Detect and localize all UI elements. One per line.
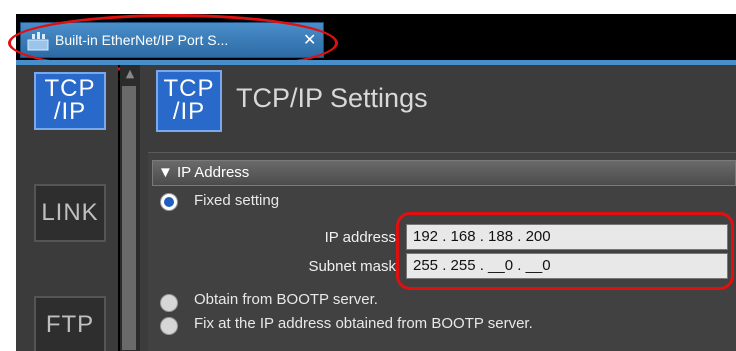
close-icon[interactable]: ✕ — [303, 30, 316, 49]
fix-bootp-label: Fix at the IP address obtained from BOOT… — [194, 315, 533, 332]
section-title: ▼ IP Address — [158, 164, 250, 181]
subnet-mask-label: Subnet mask — [308, 258, 396, 275]
ip-address-field[interactable]: 192 . 168 . 188 . 200 — [406, 224, 728, 250]
scrollbar-thumb[interactable] — [122, 86, 136, 350]
radio-fix-bootp[interactable] — [160, 317, 178, 335]
tab-title: Built-in EtherNet/IP Port S... — [55, 32, 229, 48]
radio-bootp[interactable] — [160, 294, 178, 312]
sidebar-item-tcpip[interactable]: TCP /IP — [34, 72, 106, 130]
sidebar-item-ftp[interactable]: FTP — [34, 296, 106, 351]
fixed-setting-label: Fixed setting — [194, 192, 280, 209]
radio-fixed-setting[interactable] — [160, 193, 178, 211]
tab-ethernet-port-settings[interactable]: Built-in EtherNet/IP Port S... ✕ — [20, 22, 324, 58]
bootp-label: Obtain from BOOTP server. — [194, 291, 378, 308]
subnet-mask-field[interactable]: 255 . 255 . __0 . __0 — [406, 253, 728, 279]
scroll-up-icon[interactable]: ▲ — [120, 66, 140, 82]
ip-address-label: IP address — [324, 229, 396, 246]
tcpip-icon: TCP /IP — [156, 70, 222, 132]
sidebar-item-link[interactable]: LINK — [34, 184, 106, 242]
ethernet-port-icon — [27, 32, 49, 51]
page-title: TCP/IP Settings — [236, 83, 428, 113]
